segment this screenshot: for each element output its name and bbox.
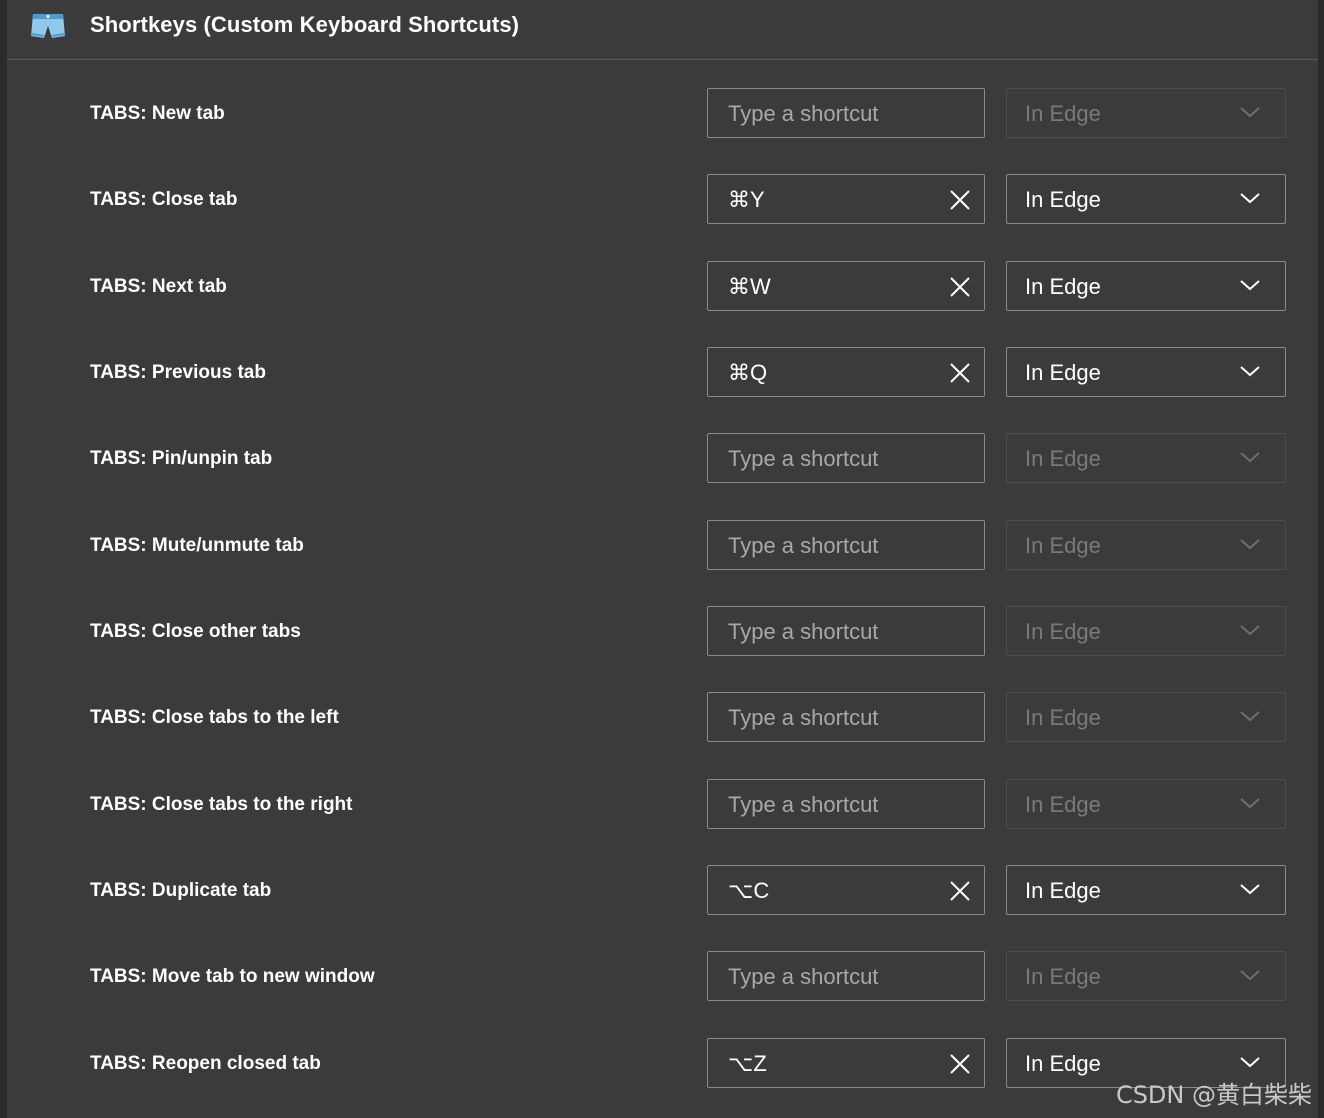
shortcut-action-label: TABS: Close other tabs xyxy=(90,621,301,642)
shortcut-input[interactable]: Type a shortcut xyxy=(707,433,985,483)
shortcut-action-label: TABS: Close tabs to the left xyxy=(90,707,339,728)
scope-value: In Edge xyxy=(1025,360,1101,385)
scope-value: In Edge xyxy=(1025,964,1101,989)
scope-value: In Edge xyxy=(1025,101,1101,126)
shortcut-row: TABS: Pin/unpin tab Type a shortcut In Edg… xyxy=(7,433,1318,485)
shortcut-row: TABS: New tab Type a shortcut In Edge xyxy=(7,88,1318,140)
shorts-icon xyxy=(30,14,66,38)
scope-value: In Edge xyxy=(1025,705,1101,730)
scope-dropdown[interactable]: In Edge xyxy=(1006,951,1286,1001)
scope-dropdown[interactable]: In Edge xyxy=(1006,520,1286,570)
chevron-down-icon xyxy=(1240,539,1260,550)
shortcut-row: TABS: Mute/unmute tab Type a shortcut In E… xyxy=(7,520,1318,572)
shortcut-action-label: TABS: New tab xyxy=(90,103,225,124)
extension-title: Shortkeys (Custom Keyboard Shortcuts) xyxy=(90,12,520,37)
scope-dropdown[interactable]: In Edge xyxy=(1006,692,1286,742)
shortcut-placeholder: Type a shortcut xyxy=(728,533,879,558)
chevron-down-icon xyxy=(1240,798,1260,809)
clear-shortcut-icon[interactable] xyxy=(948,1052,972,1076)
scope-value: In Edge xyxy=(1025,619,1101,644)
shortcut-value: ⌥Z xyxy=(728,1051,767,1076)
scope-value: In Edge xyxy=(1025,792,1101,817)
chevron-down-icon xyxy=(1240,452,1260,463)
chevron-down-icon xyxy=(1240,884,1260,895)
shortcut-row: TABS: Move tab to new window Type a short… xyxy=(7,951,1318,1003)
watermark-text: CSDN @黄白柴柴 xyxy=(1115,1081,1312,1109)
shortcut-input[interactable]: Type a shortcut xyxy=(707,520,985,570)
scope-value: In Edge xyxy=(1025,1051,1101,1076)
shortcut-row: TABS: Close tabs to the right Type a shor… xyxy=(7,779,1318,831)
extension-header: Shortkeys (Custom Keyboard Shortcuts) xyxy=(7,0,1318,60)
scope-value: In Edge xyxy=(1025,446,1101,471)
shortcut-value: ⌘W xyxy=(728,274,771,299)
shortcut-action-label: TABS: Close tab xyxy=(90,189,238,210)
shortcut-row: TABS: Next tab ⌘W In Edge xyxy=(7,261,1318,313)
shortcut-input[interactable]: ⌘W xyxy=(707,261,985,311)
shortcut-value: ⌘Y xyxy=(728,187,765,212)
shortcut-row: TABS: Previous tab ⌘Q In Edge xyxy=(7,347,1318,399)
settings-panel: Shortkeys (Custom Keyboard Shortcuts) TA… xyxy=(6,0,1319,1118)
chevron-down-icon xyxy=(1240,1057,1260,1068)
shortcut-action-label: TABS: Mute/unmute tab xyxy=(90,535,304,556)
scope-value: In Edge xyxy=(1025,878,1101,903)
shortcut-row: TABS: Close tab ⌘Y In Edge xyxy=(7,174,1318,226)
shortcut-value: ⌥C xyxy=(728,878,770,903)
shortcut-input[interactable]: ⌥Z xyxy=(707,1038,985,1088)
shortcut-action-label: TABS: Reopen closed tab xyxy=(90,1053,321,1074)
chevron-down-icon xyxy=(1240,625,1260,636)
chevron-down-icon xyxy=(1240,970,1260,981)
scope-dropdown[interactable]: In Edge xyxy=(1006,606,1286,656)
shortcut-action-label: TABS: Close tabs to the right xyxy=(90,794,353,815)
shortcut-action-label: TABS: Pin/unpin tab xyxy=(90,448,273,469)
scope-dropdown[interactable]: In Edge xyxy=(1006,347,1286,397)
shortcut-row: TABS: Duplicate tab ⌥C In Edge xyxy=(7,865,1318,917)
shortcut-input[interactable]: ⌘Y xyxy=(707,174,985,224)
scope-dropdown[interactable]: In Edge xyxy=(1006,433,1286,483)
scope-dropdown[interactable]: In Edge xyxy=(1006,174,1286,224)
clear-shortcut-icon[interactable] xyxy=(948,879,972,903)
scope-value: In Edge xyxy=(1025,187,1101,212)
shortcut-placeholder: Type a shortcut xyxy=(728,101,879,126)
shortcut-input[interactable]: ⌥C xyxy=(707,865,985,915)
shortcut-row: TABS: Close tabs to the left Type a short… xyxy=(7,692,1318,744)
scope-value: In Edge xyxy=(1025,533,1101,558)
scope-dropdown[interactable]: In Edge xyxy=(1006,88,1286,138)
shortcut-input[interactable]: Type a shortcut xyxy=(707,951,985,1001)
shortcut-input[interactable]: Type a shortcut xyxy=(707,779,985,829)
shortcut-input[interactable]: Type a shortcut xyxy=(707,692,985,742)
shortcut-placeholder: Type a shortcut xyxy=(728,705,879,730)
shortcut-action-label: TABS: Move tab to new window xyxy=(90,966,375,987)
chevron-down-icon xyxy=(1240,711,1260,722)
chevron-down-icon xyxy=(1240,107,1260,118)
chevron-down-icon xyxy=(1240,366,1260,377)
scope-dropdown[interactable]: In Edge xyxy=(1006,779,1286,829)
shortcut-placeholder: Type a shortcut xyxy=(728,446,879,471)
clear-shortcut-icon[interactable] xyxy=(948,275,972,299)
shortcut-placeholder: Type a shortcut xyxy=(728,619,879,644)
shortcut-input[interactable]: ⌘Q xyxy=(707,347,985,397)
shortcut-action-label: TABS: Next tab xyxy=(90,276,227,297)
clear-shortcut-icon[interactable] xyxy=(948,188,972,212)
shortcut-action-label: TABS: Duplicate tab xyxy=(90,880,272,901)
shortcut-placeholder: Type a shortcut xyxy=(728,964,879,989)
scope-value: In Edge xyxy=(1025,274,1101,299)
scope-dropdown[interactable]: In Edge xyxy=(1006,261,1286,311)
shortcut-row: TABS: Close other tabs Type a shortcut In … xyxy=(7,606,1318,658)
scope-dropdown[interactable]: In Edge xyxy=(1006,865,1286,915)
clear-shortcut-icon[interactable] xyxy=(948,361,972,385)
shortcut-action-label: TABS: Previous tab xyxy=(90,362,266,383)
shortcut-input[interactable]: Type a shortcut xyxy=(707,606,985,656)
shortcut-placeholder: Type a shortcut xyxy=(728,792,879,817)
chevron-down-icon xyxy=(1240,193,1260,204)
shortcut-input[interactable]: Type a shortcut xyxy=(707,88,985,138)
chevron-down-icon xyxy=(1240,280,1260,291)
shortcut-value: ⌘Q xyxy=(728,360,768,385)
